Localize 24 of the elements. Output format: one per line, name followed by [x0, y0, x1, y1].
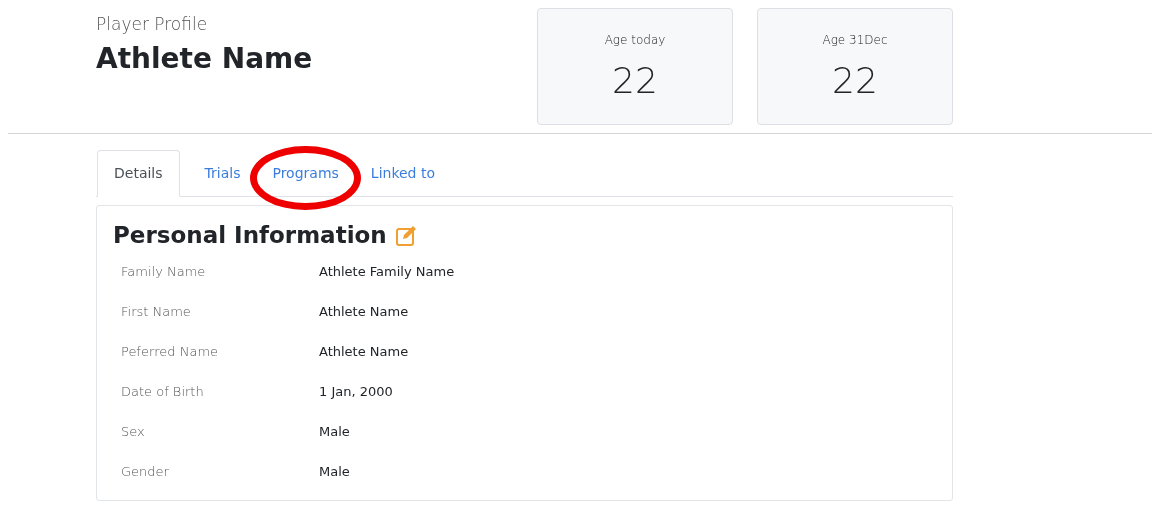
- field-value: Athlete Name: [319, 342, 409, 361]
- stat-label: Age 31Dec: [822, 32, 888, 49]
- field-label: Family Name: [120, 262, 207, 281]
- stat-label: Age today: [604, 32, 666, 49]
- page-title: Athlete Name: [96, 41, 314, 76]
- field-value: 1 Jan, 2000: [319, 382, 393, 401]
- field-label: Date of Birth: [120, 382, 205, 401]
- field-label: Peferred Name: [120, 342, 220, 361]
- section-title: Personal Information: [113, 222, 387, 250]
- edit-icon[interactable]: [394, 224, 417, 247]
- field-value: Male: [319, 422, 350, 441]
- field-label: Gender: [120, 462, 170, 481]
- tab[interactable]: Linked to: [363, 150, 442, 197]
- page-subtitle: Player Profile: [96, 13, 209, 36]
- field-value: Male: [319, 462, 350, 481]
- stat-value: 22: [832, 63, 878, 99]
- stat-value: 22: [612, 63, 658, 99]
- tab[interactable]: Trials: [197, 150, 248, 197]
- field-label: Sex: [120, 422, 146, 441]
- tab[interactable]: Details: [97, 150, 180, 197]
- field-label: First Name: [120, 302, 192, 321]
- field-value: Athlete Family Name: [319, 262, 455, 281]
- field-value: Athlete Name: [319, 302, 409, 321]
- tab[interactable]: Programs: [265, 150, 346, 197]
